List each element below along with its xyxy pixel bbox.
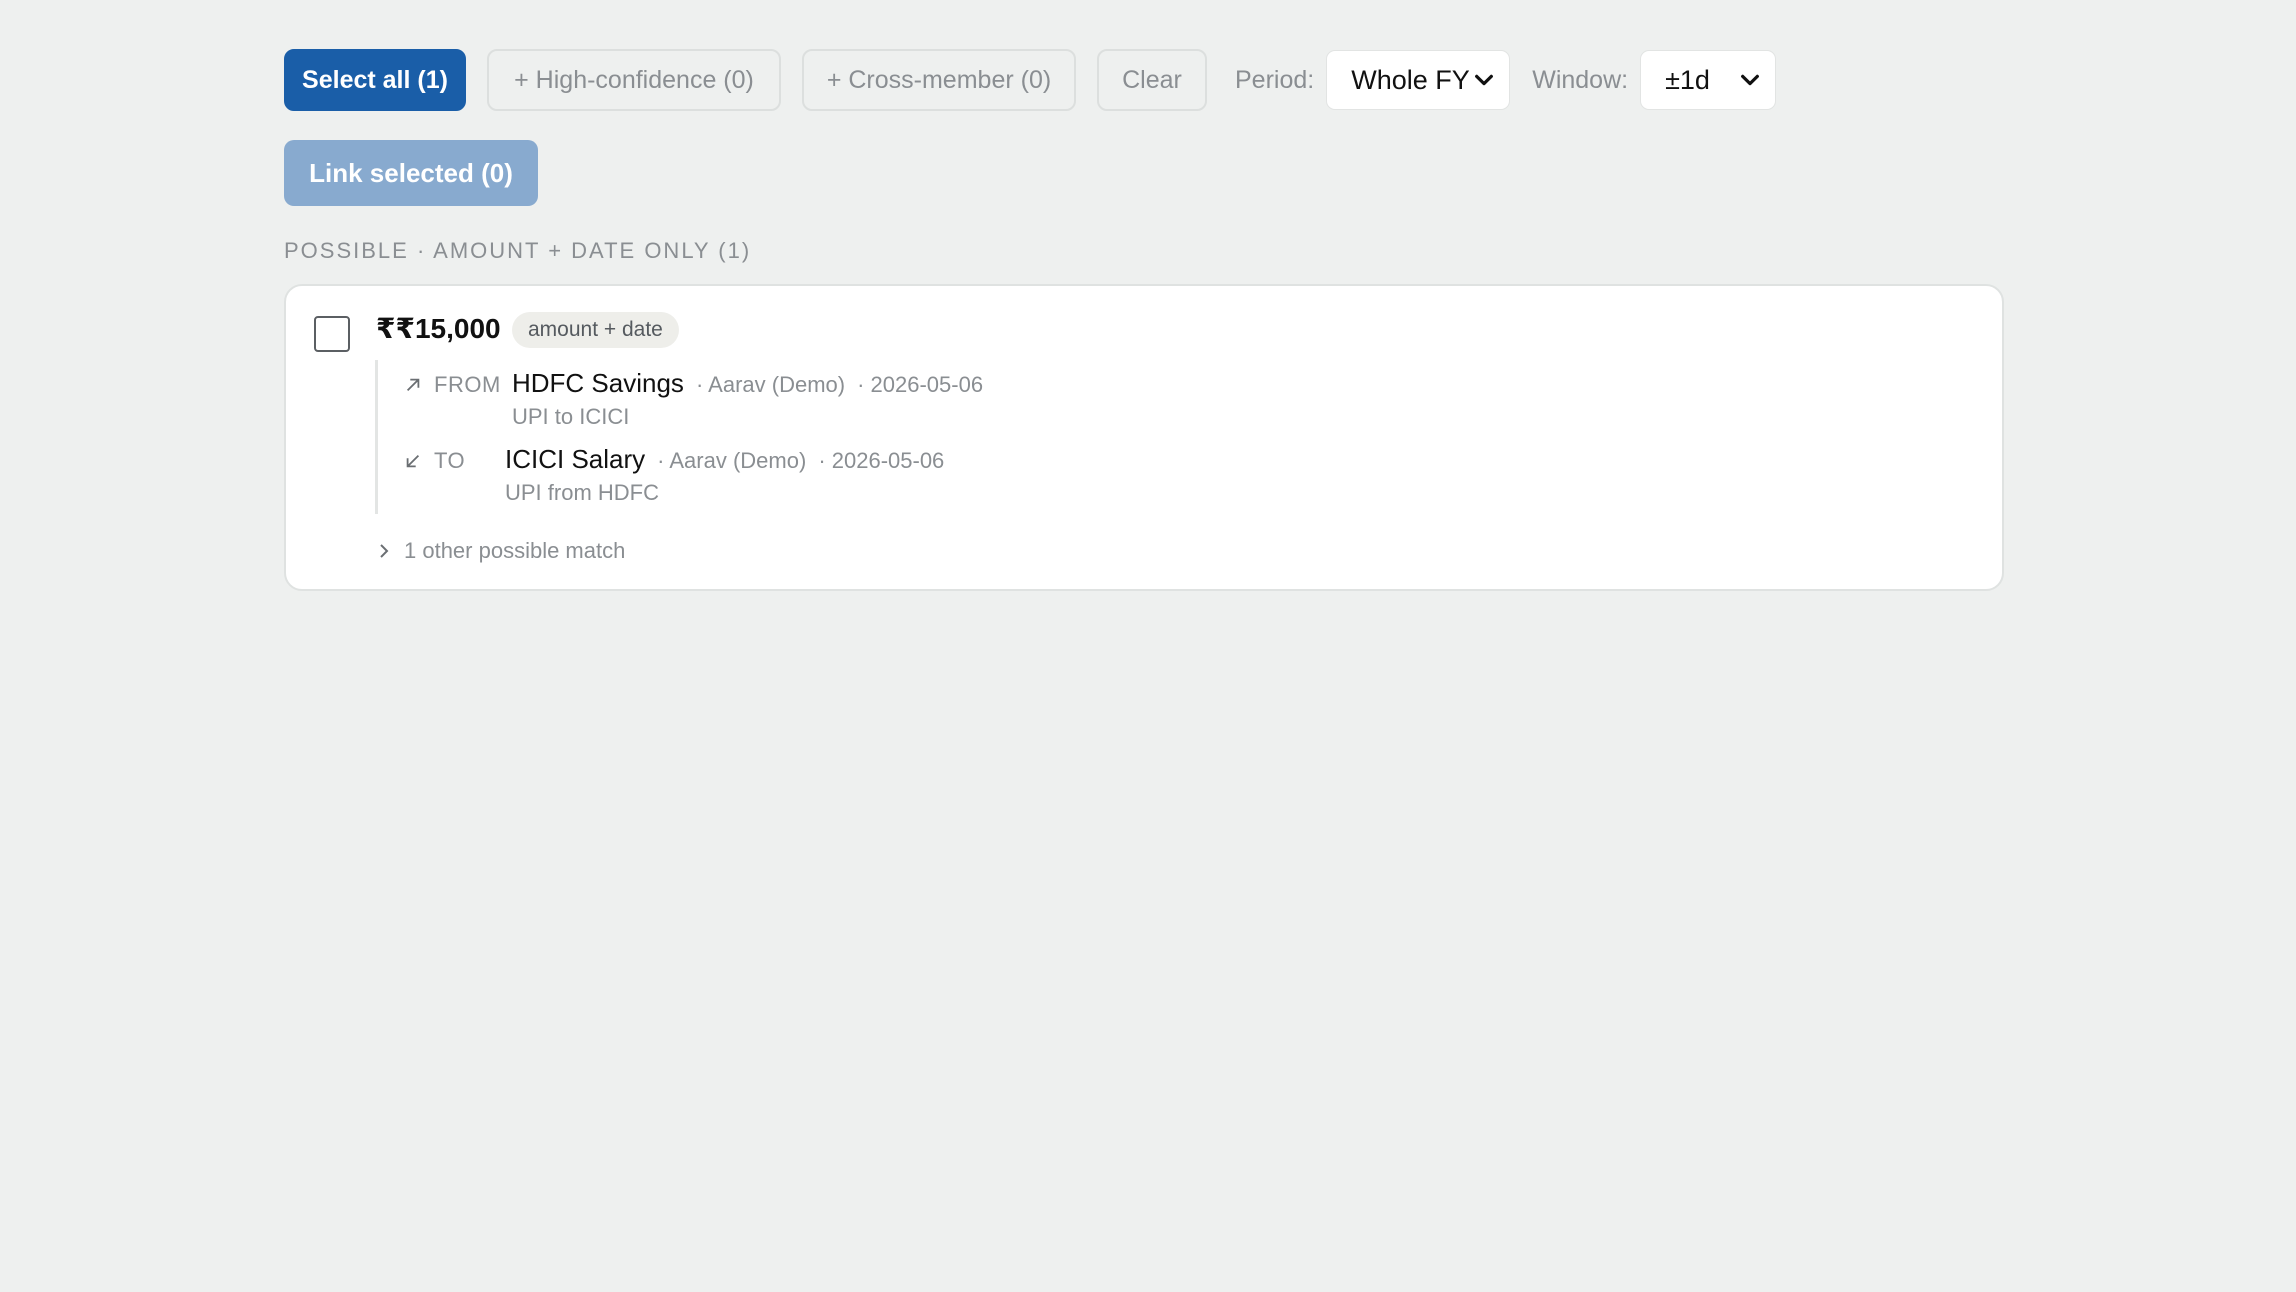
from-description: UPI to ICICI <box>512 404 630 429</box>
from-date: · 2026-05-06 <box>857 372 984 397</box>
period-select[interactable]: Whole FY <box>1326 50 1511 110</box>
add-high-confidence-button[interactable]: + High-confidence (0) <box>487 49 781 111</box>
arrow-down-left-icon <box>406 454 420 468</box>
from-leg: HDFC Savings · Aarav (Demo) · 2026-05-06 <box>512 368 983 399</box>
from-account: HDFC Savings <box>512 368 684 398</box>
from-label: FROM <box>434 372 501 397</box>
to-member: · Aarav (Demo) <box>657 448 807 473</box>
link-selected-button[interactable]: Link selected (0) <box>284 140 538 206</box>
clear-button[interactable]: Clear <box>1097 49 1207 111</box>
chevron-down-icon <box>1475 74 1494 86</box>
to-account: ICICI Salary <box>505 444 646 474</box>
match-checkbox[interactable] <box>314 316 350 352</box>
toolbar: Select all (1) + High-confidence (0) + C… <box>284 46 1777 114</box>
to-description: UPI from HDFC <box>505 480 659 505</box>
match-type-badge: amount + date <box>512 312 679 348</box>
period-label: Period: <box>1235 65 1315 94</box>
other-matches-label: 1 other possible match <box>404 538 626 563</box>
other-matches-toggle[interactable]: 1 other possible match <box>376 538 625 564</box>
window-select-value: ±1d <box>1665 64 1710 95</box>
from-member: · Aarav (Demo) <box>695 372 846 397</box>
window-label: Window: <box>1532 65 1629 94</box>
reconciliation-page: Select all (1) + High-confidence (0) + C… <box>0 0 2296 1292</box>
match-amount: ₹₹15,000 <box>376 313 501 344</box>
to-date: · 2026-05-06 <box>818 448 945 473</box>
section-heading: POSSIBLE · AMOUNT + DATE ONLY (1) <box>284 238 752 263</box>
to-label: TO <box>434 448 466 473</box>
add-cross-member-button[interactable]: + Cross-member (0) <box>802 49 1076 111</box>
to-leg: ICICI Salary · Aarav (Demo) · 2026-05-06 <box>505 444 944 475</box>
legs-divider <box>375 360 378 514</box>
chevron-right-icon <box>380 544 389 558</box>
arrow-up-right-icon <box>406 378 420 392</box>
select-all-button[interactable]: Select all (1) <box>284 49 466 111</box>
window-select[interactable]: ±1d <box>1640 50 1777 110</box>
match-card: ₹₹15,000 amount + date FROM HDFC Savings… <box>284 284 2004 591</box>
chevron-down-icon <box>1741 74 1760 86</box>
period-select-value: Whole FY <box>1351 64 1470 95</box>
